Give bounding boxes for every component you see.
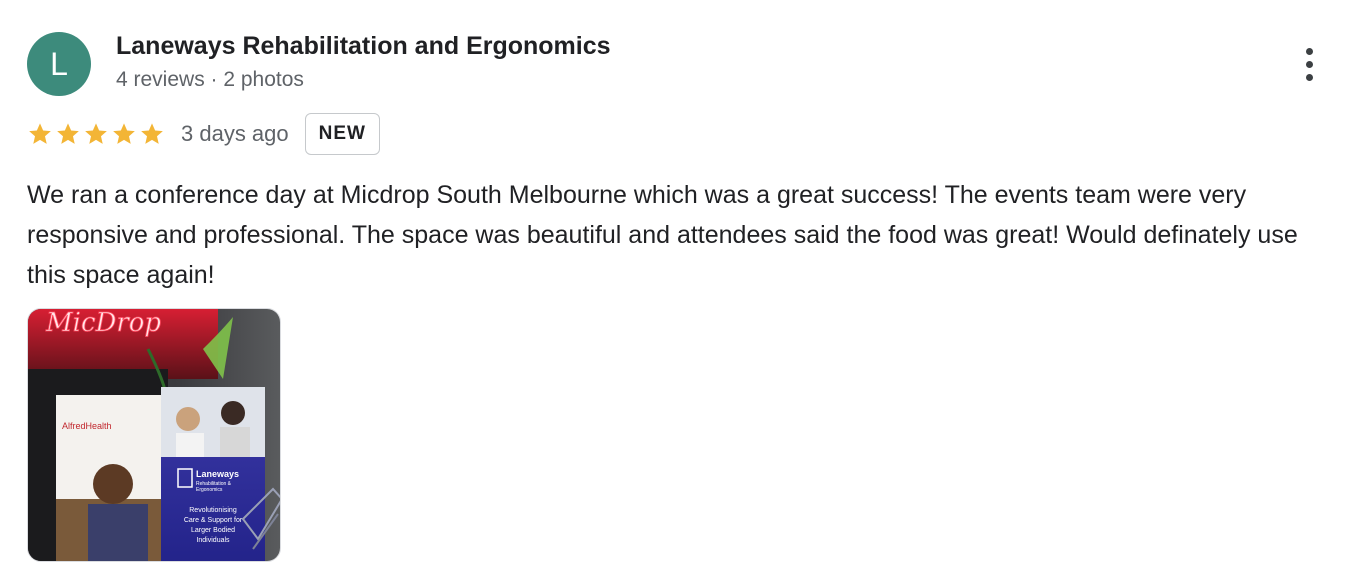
- reviewer-meta[interactable]: 4 reviews · 2 photos: [116, 68, 304, 92]
- review-text: We ran a conference day at Micdrop South…: [27, 181, 1298, 289]
- photo-scene: MicDrop AlfredHealth Laneways Rehabilita…: [28, 309, 280, 561]
- banner-right-tagline-4: Individuals: [196, 537, 230, 544]
- banner-right-tagline-1: Revolutionising: [189, 507, 237, 514]
- star-icon: [29, 123, 51, 144]
- banner-right-tagline-3: Larger Bodied: [191, 527, 235, 534]
- new-badge: NEW: [304, 113, 380, 155]
- rating-row: 3 days ago NEW: [27, 113, 380, 155]
- banner-right-subtitle-2: Ergonomics: [196, 487, 223, 493]
- banner-right-title: Laneways: [196, 469, 239, 479]
- avatar[interactable]: L: [27, 32, 91, 96]
- more-options-button[interactable]: [1290, 42, 1328, 86]
- banner-left-text: AlfredHealth: [62, 421, 112, 431]
- avatar-initial: L: [50, 45, 68, 82]
- star-icon: [141, 123, 163, 144]
- more-vert-icon-dot: [1305, 73, 1313, 81]
- star-icon: [85, 123, 107, 144]
- star-icon: [113, 123, 135, 144]
- review-date: 3 days ago: [181, 121, 289, 146]
- neon-sign-text: MicDrop: [45, 309, 161, 338]
- more-vert-icon: [1305, 47, 1313, 55]
- star-rating: [27, 121, 165, 147]
- reviewer-name[interactable]: Laneways Rehabilitation and Ergonomics: [116, 32, 611, 61]
- review-card: L Laneways Rehabilitation and Ergonomics…: [0, 0, 1354, 586]
- star-icon: [57, 123, 79, 144]
- review-photo[interactable]: MicDrop AlfredHealth Laneways Rehabilita…: [27, 308, 281, 562]
- more-vert-icon-dot: [1305, 60, 1313, 68]
- banner-right-tagline-2: Care & Support for: [184, 517, 243, 524]
